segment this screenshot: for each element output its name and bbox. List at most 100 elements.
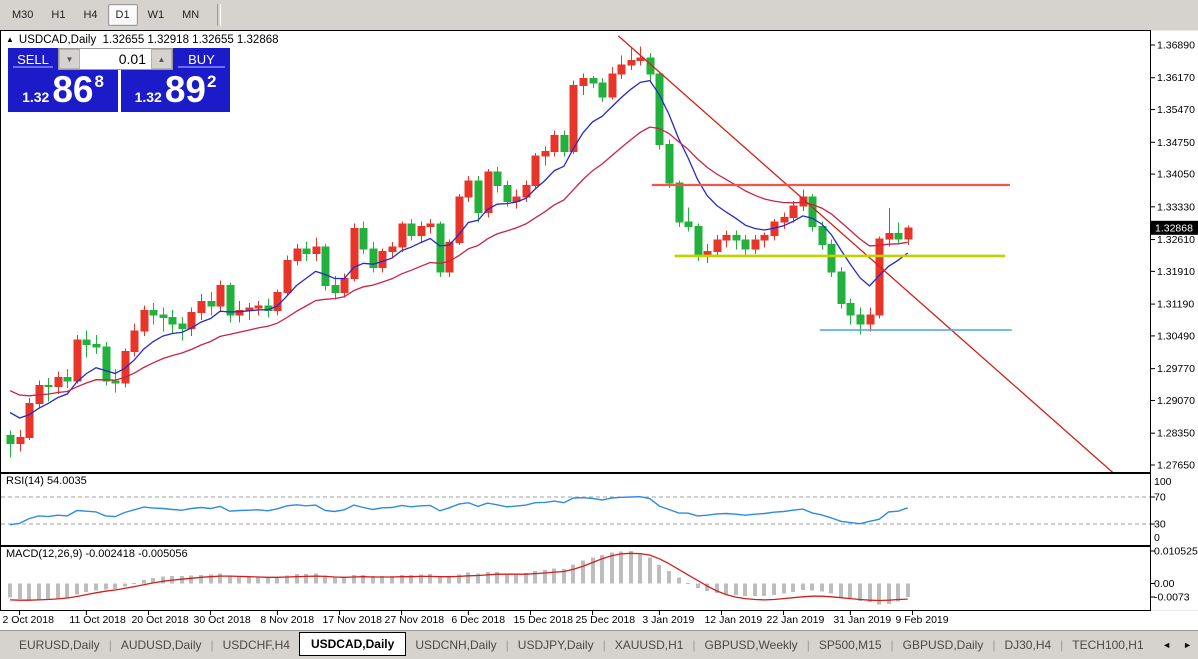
date-axis-label: 15 Dec 2018 [513, 614, 573, 626]
candle-body [598, 82, 607, 98]
price-axis-label: 1.31910 [1157, 266, 1195, 278]
tab-tech100-h1[interactable]: TECH100,H1 [1063, 634, 1152, 656]
macd-bar [46, 583, 50, 601]
candle-body [398, 223, 407, 248]
chart-symbol-label: USDCAD,Daily [18, 34, 97, 46]
timeframe-d1[interactable]: D1 [107, 4, 138, 26]
candle-body [388, 246, 397, 252]
bid-price-main: 86 [52, 69, 94, 110]
tab-gbpusd-weekly[interactable]: GBPUSD,Weekly [696, 634, 807, 656]
tab-xauusd-h1[interactable]: XAUUSD,H1 [606, 634, 693, 656]
candle-body [130, 330, 139, 352]
one-click-trade-widget: SELL ▼ ▲ BUY 1.32 86 8 1.32 89 2 [8, 48, 230, 112]
candle-body [627, 59, 636, 66]
candle-body [359, 228, 368, 250]
tab-sp500-m15[interactable]: SP500,M15 [810, 634, 891, 656]
candle-body [550, 134, 559, 152]
sell-button[interactable]: SELL [8, 48, 58, 70]
macd-bar [37, 583, 41, 601]
volume-input[interactable] [80, 49, 151, 69]
macd-bar [65, 583, 69, 598]
tab-usdchf-h4[interactable]: USDCHF,H4 [214, 634, 299, 656]
candle-body [732, 234, 741, 241]
macd-bar [447, 576, 451, 584]
candle-body [54, 376, 63, 387]
price-axis-label: 1.29770 [1157, 363, 1195, 375]
macd-bar [896, 583, 900, 602]
buy-button[interactable]: BUY [173, 48, 230, 70]
timeframe-m30[interactable]: M30 [4, 4, 41, 26]
macd-bar [648, 557, 652, 584]
date-axis-label: 9 Feb 2019 [895, 614, 948, 626]
candle-body [25, 403, 34, 438]
candle-body [6, 434, 15, 445]
tab-scroll-right-icon[interactable]: ► [1183, 640, 1192, 650]
macd-bar [142, 579, 146, 584]
ask-price-main: 89 [164, 69, 206, 110]
symbol-tab-bar: EURUSD,Daily | AUDUSD,Daily | USDCHF,H4 USDCA… [0, 630, 1198, 659]
macd-bar [820, 583, 824, 592]
candle-body [331, 284, 340, 293]
candle-body [713, 239, 722, 252]
candle-body [665, 144, 674, 184]
macd-bar [466, 572, 470, 584]
macd-bar [629, 551, 633, 584]
candle-body [493, 171, 502, 186]
macd-bar [552, 568, 556, 584]
price-axis-label: 1.33330 [1157, 201, 1195, 213]
date-axis-label: 2 Oct 2018 [3, 614, 55, 626]
macd-bar [724, 583, 728, 595]
tab-usdcnh-daily[interactable]: USDCNH,Daily [406, 634, 505, 656]
ask-price-pip: 2 [206, 72, 217, 91]
macd-bar [772, 583, 776, 595]
price-axis-label: 1.34750 [1157, 137, 1195, 149]
rsi-indicator-label: RSI(14) 54.0035 [6, 475, 87, 487]
candle-body [722, 234, 731, 241]
macd-bar [75, 583, 79, 595]
macd-bar [657, 564, 661, 584]
candle-body [82, 339, 91, 346]
candle-body [426, 223, 435, 227]
macd-bar [342, 577, 346, 584]
candle-body [254, 305, 263, 309]
timeframe-h1[interactable]: H1 [43, 4, 73, 26]
macd-bar [829, 583, 833, 594]
rsi-axis-label: 100 [1154, 476, 1172, 488]
macd-bar [791, 583, 795, 592]
tab-dj30-h4[interactable]: DJ30,H4 [995, 634, 1060, 656]
macd-bar [18, 583, 22, 599]
candle-body [866, 314, 875, 325]
macd-bar [218, 573, 222, 584]
price-axis-label: 1.28350 [1157, 428, 1195, 440]
bid-price-button[interactable]: 1.32 86 8 [8, 70, 118, 112]
tab-usdjpy-daily[interactable]: USDJPY,Daily [509, 634, 603, 656]
macd-bar [132, 582, 136, 584]
tab-scroll-left-icon[interactable]: ◄ [1162, 640, 1171, 650]
macd-bar [610, 552, 614, 584]
ask-price-button[interactable]: 1.32 89 2 [121, 70, 230, 112]
volume-increase-button[interactable]: ▲ [151, 49, 172, 69]
bid-price-prefix: 1.32 [22, 89, 50, 105]
rsi-axis-label: 30 [1154, 519, 1166, 531]
timeframe-mn[interactable]: MN [174, 4, 207, 26]
candle-body [760, 234, 769, 241]
tab-usdcad-daily[interactable]: USDCAD,Daily [298, 632, 407, 656]
tab-eurusd-daily[interactable]: EURUSD,Daily [10, 634, 109, 656]
macd-bar [686, 582, 690, 584]
date-axis-label: 30 Oct 2018 [194, 614, 251, 626]
timeframe-h4[interactable]: H4 [75, 4, 105, 26]
collapse-triangle-icon[interactable]: ▲ [6, 35, 14, 44]
tab-gbpusd-daily[interactable]: GBPUSD,Daily [894, 634, 993, 656]
macd-bar [810, 583, 814, 591]
date-axis-label: 22 Jan 2019 [767, 614, 825, 626]
tab-audusd-daily[interactable]: AUDUSD,Daily [112, 634, 211, 656]
macd-bar [199, 574, 203, 584]
timeframe-w1[interactable]: W1 [140, 4, 173, 26]
macd-bar [571, 564, 575, 584]
candle-body [617, 64, 626, 75]
candle-body [741, 239, 750, 250]
date-axis-label: 12 Jan 2019 [704, 614, 762, 626]
volume-decrease-button[interactable]: ▼ [59, 49, 80, 69]
candle-body [140, 309, 149, 332]
macd-bar [295, 574, 299, 584]
